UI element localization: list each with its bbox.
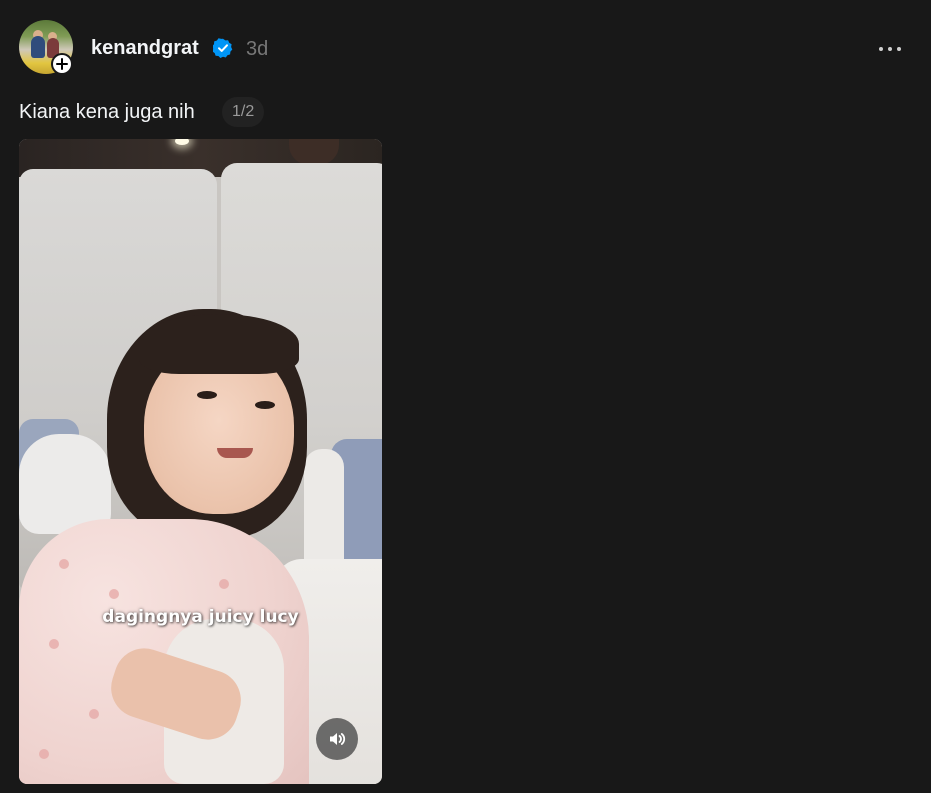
sound-toggle-button[interactable] — [316, 718, 358, 760]
volume-icon — [330, 733, 346, 745]
avatar-figure — [31, 36, 45, 58]
pajama-pattern — [39, 749, 49, 759]
post-timestamp[interactable]: 3d — [246, 37, 268, 61]
media-counter: 1/2 — [222, 97, 265, 127]
video-frame-child-eye — [197, 391, 217, 399]
more-horizontal-icon — [879, 47, 883, 51]
follow-button[interactable] — [51, 53, 73, 75]
pajama-pattern — [109, 589, 119, 599]
video-frame-child-mouth — [217, 448, 253, 458]
verified-badge-icon — [213, 38, 233, 58]
plus-icon — [56, 58, 68, 70]
author-avatar-wrapper[interactable] — [19, 20, 73, 75]
pajama-pattern — [49, 639, 59, 649]
author-username[interactable]: kenandgrat — [91, 36, 199, 60]
pajama-pattern — [89, 709, 99, 719]
post-caption: Kiana kena juga nih — [19, 101, 195, 123]
more-horizontal-icon — [897, 47, 901, 51]
video-frame-child-bangs — [139, 314, 299, 374]
post-page: kenandgrat 3d Kiana kena juga nih 1/2 da… — [0, 0, 931, 793]
pajama-pattern — [219, 579, 229, 589]
video-subtitle: dagingnya juicy lucy — [102, 607, 299, 627]
more-options-button[interactable] — [872, 38, 908, 60]
more-horizontal-icon — [888, 47, 892, 51]
video-player[interactable]: dagingnya juicy lucy — [19, 139, 382, 784]
video-frame-child-eye — [255, 401, 275, 409]
pajama-pattern — [59, 559, 69, 569]
